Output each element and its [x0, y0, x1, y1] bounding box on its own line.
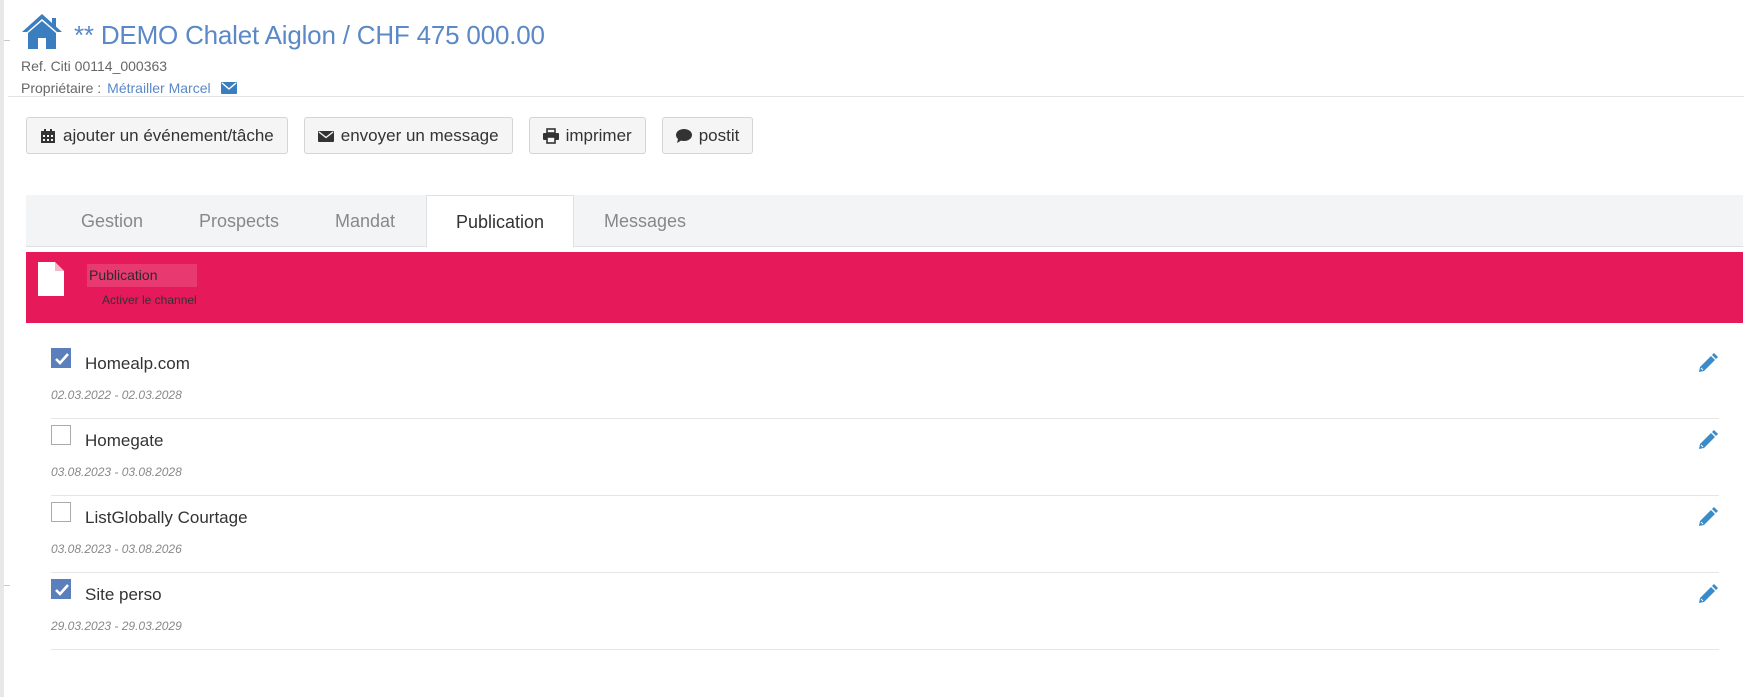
edge-marker	[4, 40, 10, 41]
channel-name: Homegate	[85, 431, 164, 450]
tab-publication[interactable]: Publication	[426, 195, 574, 248]
postit-button[interactable]: postit	[661, 117, 754, 154]
check-icon	[55, 353, 69, 365]
tab-messages[interactable]: Messages	[586, 195, 704, 247]
channel-dates: 03.08.2023 - 03.08.2028	[51, 465, 182, 479]
tab-gestion[interactable]: Gestion	[60, 195, 164, 247]
owner-label: Propriétaire :	[21, 80, 102, 96]
send-message-label: envoyer un message	[340, 125, 499, 145]
owner-name-link[interactable]: Métrailler Marcel	[107, 80, 210, 96]
tab-mandat[interactable]: Mandat	[312, 195, 418, 247]
activate-channel-label: Activer le channel	[102, 293, 197, 307]
home-icon[interactable]	[20, 12, 64, 52]
property-header: ** DEMO Chalet Aiglon / CHF 475 000.00 R…	[20, 10, 1740, 96]
add-event-button[interactable]: ajouter un événement/tâche	[26, 117, 288, 154]
channel-name: Site perso	[85, 585, 162, 604]
owner-line: Propriétaire : Métrailler Marcel	[21, 80, 237, 96]
pencil-icon[interactable]	[1695, 352, 1719, 376]
pencil-icon[interactable]	[1695, 429, 1719, 453]
printer-icon	[542, 127, 559, 144]
envelope-icon[interactable]	[220, 82, 237, 94]
channel-name-input[interactable]: Publication	[87, 264, 197, 287]
list-item: Site perso 29.03.2023 - 29.03.2029	[51, 573, 1719, 650]
channel-checkbox[interactable]	[51, 502, 71, 522]
list-item: Homegate 03.08.2023 - 03.08.2028	[51, 419, 1719, 496]
channel-dates: 02.03.2022 - 02.03.2028	[51, 388, 182, 402]
reference-number: Ref. Citi 00114_000363	[21, 58, 168, 74]
section-banner: Publication Activer le channel	[26, 252, 1743, 323]
channel-dates: 29.03.2023 - 29.03.2029	[51, 619, 182, 633]
page-title: ** DEMO Chalet Aiglon / CHF 475 000.00	[74, 20, 545, 50]
header-divider	[8, 96, 1744, 97]
print-button[interactable]: imprimer	[528, 117, 646, 154]
add-event-label: ajouter un événement/tâche	[63, 125, 274, 145]
print-label: imprimer	[565, 125, 632, 145]
check-icon	[55, 584, 69, 596]
document-icon	[38, 262, 64, 296]
channel-checkbox[interactable]	[51, 348, 71, 368]
action-toolbar: ajouter un événement/tâche envoyer un me…	[26, 117, 769, 154]
channel-checkbox[interactable]	[51, 579, 71, 599]
tab-bar: Gestion Prospects Mandat Publication Mes…	[26, 195, 1743, 248]
postit-label: postit	[698, 125, 740, 145]
list-item: ListGlobally Courtage 03.08.2023 - 03.08…	[51, 496, 1719, 573]
edge-marker	[4, 585, 10, 586]
app-window: ** DEMO Chalet Aiglon / CHF 475 000.00 R…	[0, 0, 1744, 697]
envelope-icon	[317, 130, 334, 142]
calendar-icon	[41, 128, 55, 143]
send-message-button[interactable]: envoyer un message	[303, 117, 513, 154]
channel-name: Homealp.com	[85, 354, 190, 373]
tab-prospects[interactable]: Prospects	[178, 195, 300, 247]
channel-checkbox[interactable]	[51, 425, 71, 445]
channel-dates: 03.08.2023 - 03.08.2026	[51, 542, 182, 556]
pencil-icon[interactable]	[1695, 506, 1719, 530]
comment-icon	[675, 128, 692, 143]
channel-name: ListGlobally Courtage	[85, 508, 248, 527]
channel-list: Homealp.com 02.03.2022 - 02.03.2028 Home…	[51, 342, 1719, 650]
pencil-icon[interactable]	[1695, 583, 1719, 607]
list-item: Homealp.com 02.03.2022 - 02.03.2028	[51, 342, 1719, 419]
